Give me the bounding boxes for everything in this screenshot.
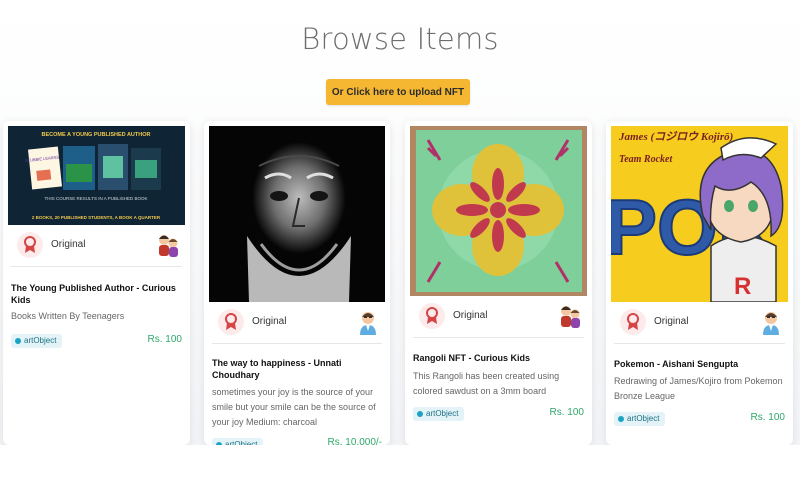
- card-price: Rs. 100: [549, 407, 584, 418]
- category-tag: artObject: [614, 412, 666, 426]
- rangoli-artwork: [410, 126, 587, 296]
- item-card[interactable]: Original The way to happiness - Unnati C…: [204, 121, 390, 445]
- owner-avatar[interactable]: [356, 309, 380, 335]
- owner-avatar[interactable]: [558, 303, 582, 329]
- card-image[interactable]: POK James (コジロウ Kojirō) Team Rocket R: [611, 126, 788, 302]
- tag-dot-icon: [15, 338, 21, 344]
- item-card[interactable]: Original Rangoli NFT - Curious Kids This…: [405, 121, 592, 445]
- item-card[interactable]: BECOME A YOUNG PUBLISHED AUTHOR STUBBIE …: [3, 121, 190, 445]
- award-ribbon-icon: [620, 309, 646, 335]
- uniform-letter: R: [734, 273, 751, 300]
- origin-label: Original: [453, 310, 488, 321]
- card-title[interactable]: Pokemon - Aishani Sengupta: [614, 358, 785, 370]
- owner-avatar[interactable]: [156, 232, 180, 258]
- cover-caption: THIS COURSE RESULTS IN A PUBLISHED BOOK: [45, 196, 148, 201]
- tag-dot-icon: [618, 416, 624, 422]
- category-tag: artObject: [413, 407, 465, 421]
- cover-footer: 2 BOOKS, 20 PUBLISHED STUDENTS, A BOOK A…: [32, 215, 161, 220]
- course-cover-artwork: BECOME A YOUNG PUBLISHED AUTHOR STUBBIE …: [8, 126, 185, 225]
- card-price: Rs. 100: [750, 412, 785, 423]
- owner-avatar[interactable]: [759, 309, 783, 335]
- tag-dot-icon: [417, 411, 423, 417]
- card-image[interactable]: BECOME A YOUNG PUBLISHED AUTHOR STUBBIE …: [8, 126, 185, 225]
- origin-label: Original: [51, 239, 86, 250]
- card-image[interactable]: [209, 126, 385, 302]
- card-image[interactable]: [410, 126, 587, 296]
- card-meta: Original: [614, 304, 785, 344]
- award-ribbon-icon: [218, 309, 244, 335]
- category-tag: artObject: [11, 334, 63, 348]
- award-ribbon-icon: [419, 303, 445, 329]
- card-title[interactable]: Rangoli NFT - Curious Kids: [413, 352, 584, 364]
- drawing-heading: James (コジロウ Kojirō): [618, 130, 733, 143]
- card-meta: Original: [11, 227, 182, 267]
- page-footer-area: [0, 445, 800, 480]
- card-description: sometimes your joy is the source of your…: [212, 387, 376, 427]
- card-meta: Original: [212, 304, 382, 344]
- cover-heading: BECOME A YOUNG PUBLISHED AUTHOR: [42, 132, 151, 138]
- page-title: Browse Items: [301, 22, 499, 56]
- category-tag: artObject: [212, 438, 264, 445]
- card-description: Redrawing of James/Kojiro from Pokemon B…: [614, 376, 783, 401]
- pokemon-drawing-artwork: POK James (コジロウ Kojirō) Team Rocket R: [611, 126, 788, 302]
- card-meta: Original: [413, 298, 584, 338]
- origin-label: Original: [252, 316, 287, 327]
- origin-label: Original: [654, 316, 689, 327]
- card-title[interactable]: The way to happiness - Unnati Choudhary: [212, 357, 382, 381]
- card-price: Rs. 100: [147, 334, 182, 345]
- award-ribbon-icon: [17, 232, 43, 258]
- card-price: Rs. 10,000/-: [327, 437, 382, 445]
- charcoal-portrait-artwork: [209, 126, 385, 302]
- card-description: This Rangoli has been created using colo…: [413, 371, 560, 396]
- card-description: Books Written By Teenagers: [11, 311, 125, 321]
- drawing-subheading: Team Rocket: [619, 154, 673, 165]
- card-title[interactable]: The Young Published Author - Curious Kid…: [11, 282, 182, 306]
- item-card[interactable]: POK James (コジロウ Kojirō) Team Rocket R Or…: [606, 121, 793, 445]
- upload-nft-button[interactable]: Or Click here to upload NFT: [326, 79, 470, 105]
